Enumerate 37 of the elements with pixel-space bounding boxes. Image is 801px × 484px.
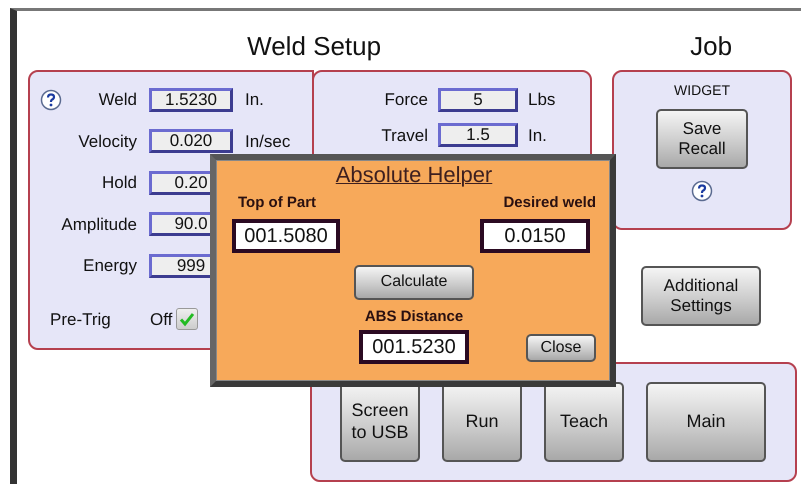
- field-label: Pre-Trig: [49, 308, 112, 330]
- field-label: Top of Part: [238, 193, 316, 213]
- calculate-button[interactable]: Calculate: [354, 264, 474, 300]
- save-recall-button[interactable]: Save Recall: [656, 109, 748, 169]
- close-button[interactable]: Close: [526, 334, 596, 362]
- value-field[interactable]: 1.5230: [149, 88, 233, 112]
- job-name: WIDGET: [674, 81, 730, 100]
- field-label: Velocity: [78, 130, 137, 152]
- value-field[interactable]: 5: [438, 88, 518, 112]
- abs-distance-field[interactable]: 001.5230: [359, 330, 469, 364]
- top-of-part-field[interactable]: 001.5080: [232, 218, 340, 252]
- pre-trig-checkbox[interactable]: [176, 308, 198, 330]
- nav-button[interactable]: Teach: [544, 382, 624, 462]
- state-label: Off: [150, 308, 172, 330]
- additional-settings-button[interactable]: Additional Settings: [641, 266, 761, 326]
- unit-label: In.: [245, 89, 265, 111]
- unit-label: In.: [528, 124, 548, 146]
- unit-label: Lbs: [528, 89, 556, 111]
- field-label: Hold: [102, 172, 137, 194]
- unit-label: In/sec: [245, 130, 292, 152]
- value-field[interactable]: 1.5: [438, 123, 518, 148]
- field-label: ABS Distance: [364, 306, 464, 326]
- check-icon: [179, 311, 196, 328]
- dialog-title: Absolute Helper: [336, 162, 492, 188]
- help-icon[interactable]: [691, 180, 713, 202]
- field-label: Energy: [83, 255, 137, 277]
- field-label: Travel: [380, 124, 428, 146]
- desired-weld-field[interactable]: 0.0150: [480, 218, 590, 252]
- nav-button[interactable]: Main: [646, 382, 766, 462]
- page-title: Weld Setup: [246, 30, 382, 63]
- section-title: Job: [689, 30, 734, 63]
- help-icon[interactable]: [40, 88, 62, 111]
- field-label: Weld: [98, 89, 137, 111]
- value-field[interactable]: 0.020: [149, 129, 233, 154]
- field-label: Force: [384, 89, 428, 111]
- field-label: Amplitude: [61, 214, 137, 236]
- field-label: Desired weld: [503, 193, 596, 213]
